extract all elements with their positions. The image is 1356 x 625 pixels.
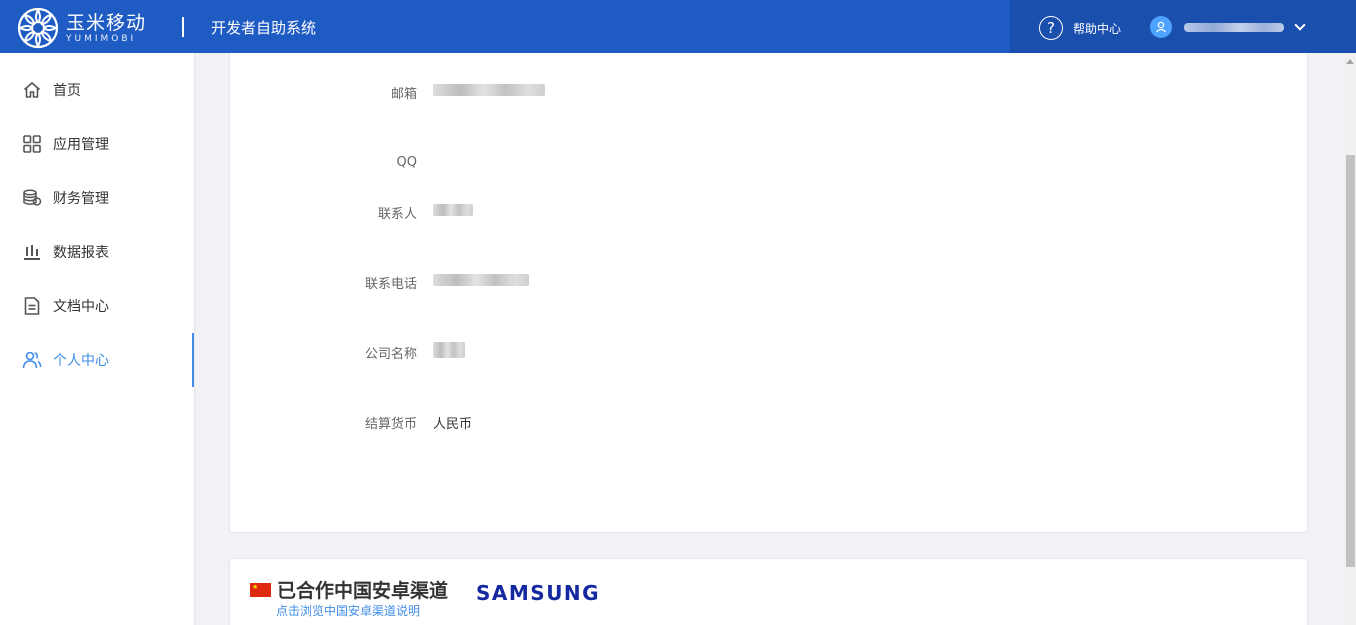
field-value (433, 342, 465, 362)
apps-grid-icon (21, 133, 43, 155)
sidebar-item-label: 应用管理 (53, 137, 109, 153)
profile-info-card: 邮箱 QQ 联系人 联系电话 公司名称 结算货币 人民币 (229, 53, 1308, 533)
sidebar-item-label: 首页 (53, 83, 81, 99)
logo-english-text: YUMIMOBI (66, 34, 137, 44)
sidebar-item-label: 文档中心 (53, 299, 109, 315)
channels-title: 已合作中国安卓渠道 (277, 580, 449, 602)
user-group-icon (21, 349, 43, 371)
yumimobi-logo-icon (17, 7, 59, 49)
china-flag-icon: ★ (250, 583, 271, 597)
user-avatar-icon (1150, 16, 1172, 38)
field-value (433, 84, 545, 100)
field-currency: 结算货币 人民币 (230, 412, 472, 432)
question-icon: ? (1039, 16, 1063, 40)
redacted-company (433, 342, 465, 358)
field-qq: QQ (230, 152, 433, 172)
username-redacted (1184, 22, 1284, 32)
scroll-up-arrow-icon[interactable] (1346, 59, 1354, 64)
sidebar-item-label: 个人中心 (53, 353, 109, 369)
channels-card: ★ 已合作中国安卓渠道 点击浏览中国安卓渠道说明 SAMSUNG (229, 558, 1308, 625)
field-label: 联系人 (377, 206, 417, 222)
field-phone: 联系电话 (230, 272, 529, 292)
field-value: 人民币 (433, 416, 473, 432)
system-title: 开发者自助系统 (211, 19, 317, 37)
sidebar-item-profile[interactable]: 个人中心 (0, 333, 195, 387)
redacted-phone (433, 274, 529, 286)
sidebar-item-label: 数据报表 (53, 245, 109, 261)
field-email: 邮箱 (230, 82, 545, 102)
field-label: 联系电话 (364, 276, 417, 292)
field-label: 公司名称 (364, 346, 417, 362)
sidebar-item-finance[interactable]: 财务管理 (0, 171, 195, 225)
bar-chart-icon (21, 241, 43, 263)
sidebar-item-apps[interactable]: 应用管理 (0, 117, 195, 171)
sidebar-item-home[interactable]: 首页 (0, 63, 195, 117)
field-contact: 联系人 (230, 202, 473, 222)
help-center-label: 帮助中心 (1073, 21, 1122, 36)
logo-chinese-text: 玉米移动 (66, 12, 147, 34)
field-label: QQ (396, 154, 417, 170)
help-center-link[interactable]: ? 帮助中心 (1039, 16, 1121, 40)
channels-info-link[interactable]: 点击浏览中国安卓渠道说明 (276, 602, 420, 619)
redacted-contact (433, 204, 473, 216)
sidebar: 首页 应用管理 财务管理 数据报表 文档中心 个人中心 (0, 53, 195, 625)
field-label: 结算货币 (364, 416, 417, 432)
samsung-logo: SAMSUNG (476, 581, 601, 605)
header-divider (182, 17, 184, 37)
chevron-down-icon (1294, 19, 1306, 31)
top-header: 玉米移动 YUMIMOBI 开发者自助系统 ? 帮助中心 (0, 0, 1356, 53)
scrollbar-thumb[interactable] (1346, 155, 1355, 567)
field-value (433, 204, 473, 220)
document-icon (21, 295, 43, 317)
sidebar-item-docs[interactable]: 文档中心 (0, 279, 195, 333)
user-menu[interactable] (1150, 16, 1306, 38)
sidebar-item-label: 财务管理 (53, 191, 109, 207)
redacted-email (433, 84, 545, 96)
coins-icon (21, 187, 43, 209)
field-label: 邮箱 (390, 86, 417, 102)
sidebar-item-reports[interactable]: 数据报表 (0, 225, 195, 279)
logo[interactable]: 玉米移动 YUMIMOBI (16, 6, 146, 50)
field-company: 公司名称 (230, 342, 465, 362)
field-value (433, 274, 529, 290)
home-icon (21, 79, 43, 101)
